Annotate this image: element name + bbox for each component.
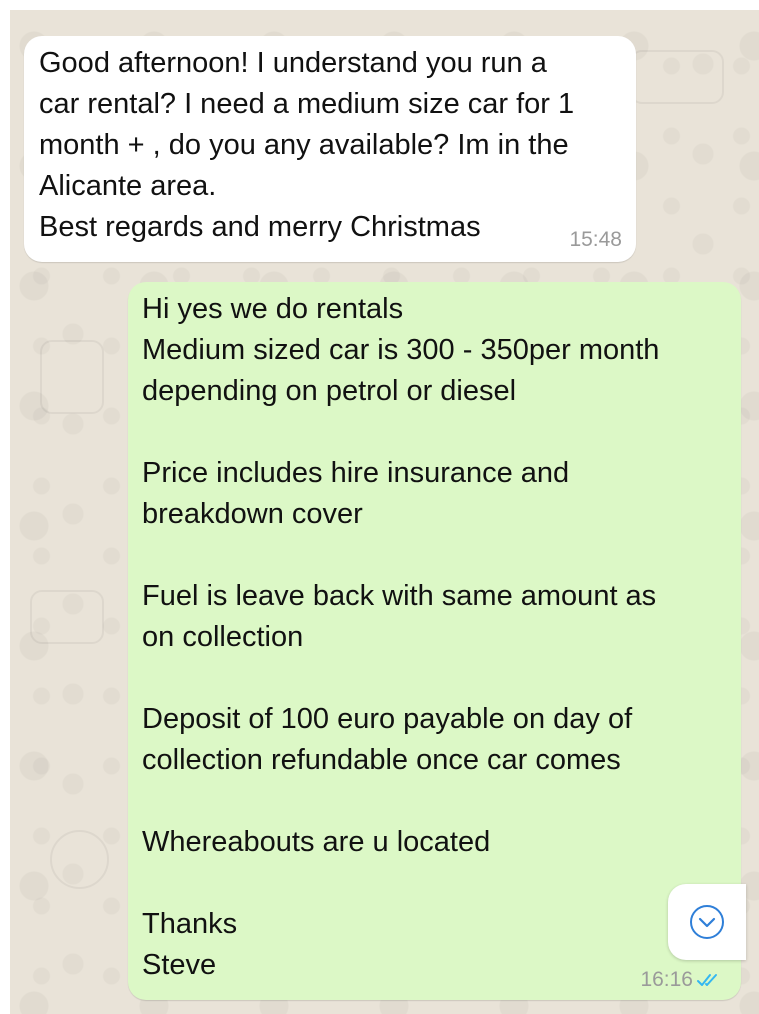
chevron-down-circle-icon [690,905,724,939]
message-timestamp: 15:48 [569,228,622,251]
message-meta: 16:16 [640,968,721,992]
message-text: Hi yes we do rentals Medium sized car is… [142,293,660,981]
outgoing-message-bubble[interactable]: Hi yes we do rentals Medium sized car is… [128,282,741,1000]
wallpaper-doodle [50,830,109,889]
incoming-message-bubble[interactable]: Good afternoon! I understand you run a c… [24,36,636,262]
scroll-to-bottom-button[interactable] [668,884,746,960]
wallpaper-doodle [40,340,104,414]
wallpaper-doodle [630,50,724,104]
message-timestamp: 16:16 [640,968,693,991]
double-check-read-icon [697,974,717,986]
wallpaper-doodle [30,590,104,644]
message-text: Good afternoon! I understand you run a c… [39,47,575,243]
